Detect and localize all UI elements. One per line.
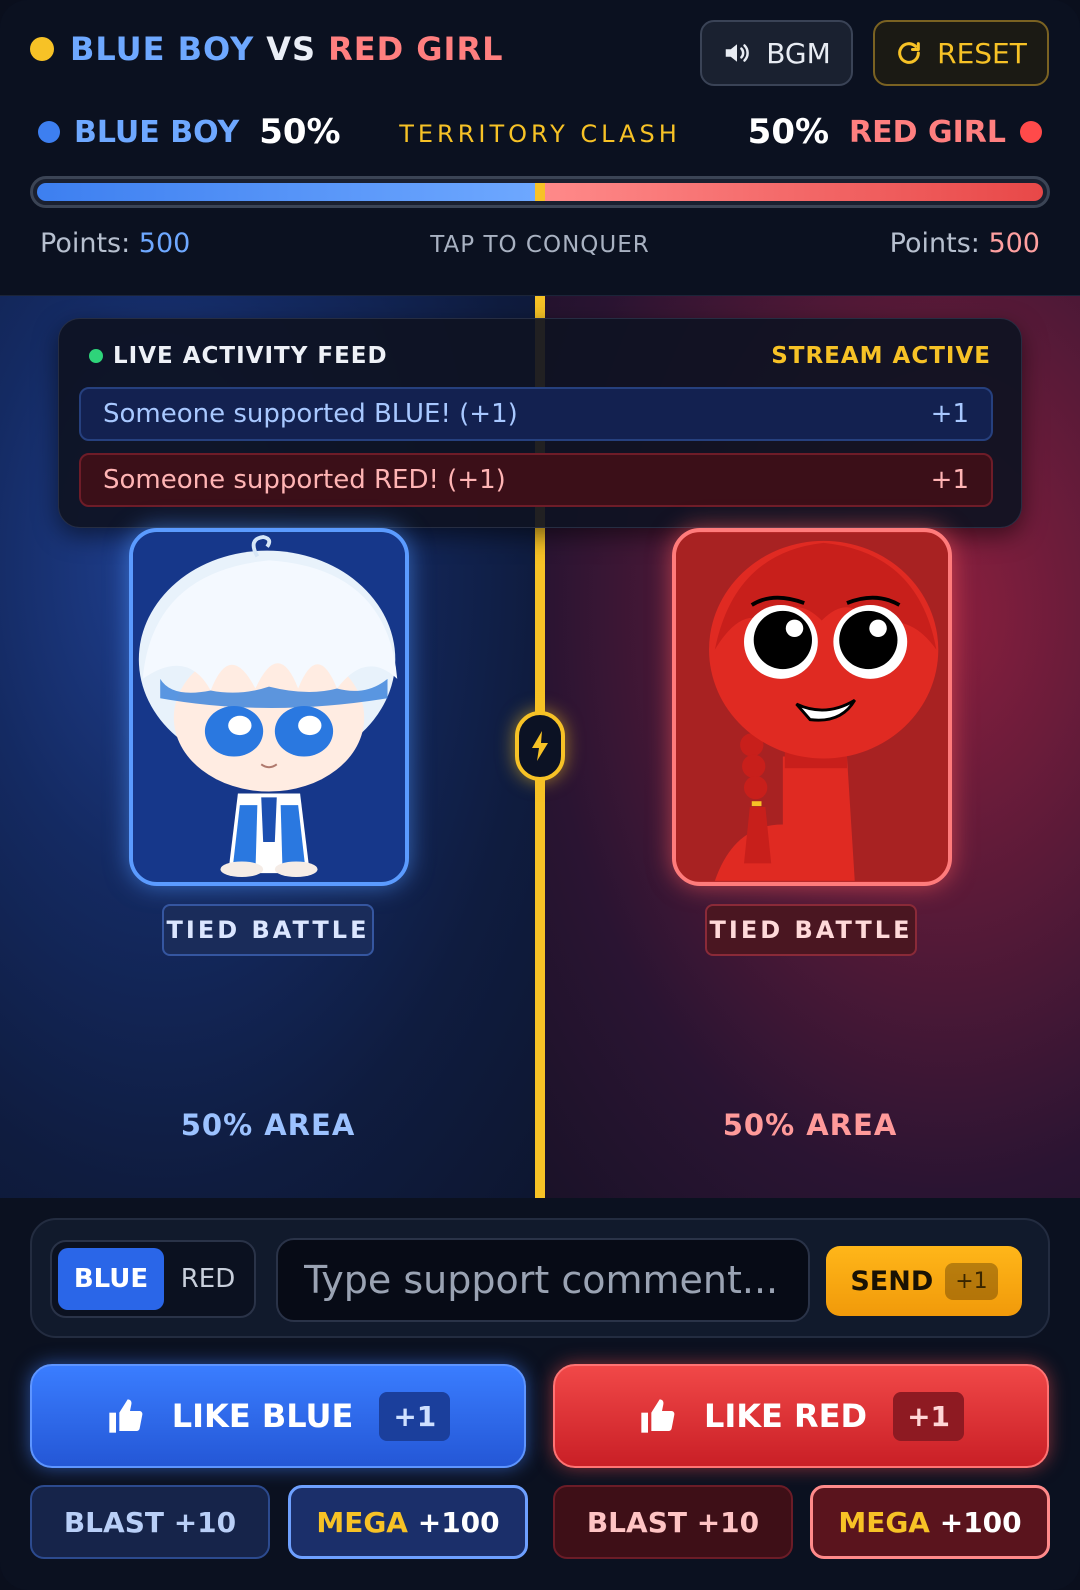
- territory-boundary-marker: [535, 183, 545, 201]
- blue-battle-status: TIED BATTLE: [162, 904, 374, 956]
- red-points-value: 500: [988, 228, 1040, 259]
- team-toggle: BLUE RED: [50, 1240, 256, 1318]
- live-indicator-dot: [89, 349, 103, 363]
- red-girl-avatar-card[interactable]: [672, 528, 952, 886]
- toggle-blue-button[interactable]: BLUE: [58, 1248, 164, 1310]
- red-score: 50% RED GIRL: [748, 112, 1042, 152]
- thumbs-up-icon: [109, 1399, 143, 1433]
- feed-title: LIVE ACTIVITY FEED: [113, 343, 388, 369]
- red-percentage: 50%: [747, 112, 830, 152]
- red-girl-character-image: [676, 533, 948, 881]
- toggle-red-button[interactable]: RED: [164, 1248, 252, 1310]
- like-blue-badge: +1: [379, 1391, 451, 1441]
- blue-area-percentage: 50% AREA: [180, 1108, 356, 1142]
- red-territory-fill: [540, 183, 1043, 201]
- live-activity-feed: LIVE ACTIVITY FEED STREAM ACTIVE Someone…: [58, 318, 1022, 528]
- reset-label: RESET: [937, 36, 1027, 70]
- feed-item: Someone supported RED! (+1) +1: [79, 453, 993, 507]
- feed-item-text: Someone supported RED! (+1): [103, 465, 506, 495]
- app-root: BLUE BOY VS RED GIRL BGM RESET BLUE BOY 50…: [0, 0, 1080, 1590]
- bottom-controls: BLUE RED SEND +1 LIKE BLUE +1 LIKE RED +…: [0, 1198, 1080, 1590]
- send-badge: +1: [945, 1262, 998, 1300]
- red-team-name: RED GIRL: [849, 114, 1006, 150]
- title-red: RED GIRL: [328, 30, 504, 68]
- speaker-icon: [725, 44, 749, 62]
- like-red-label: LIKE RED: [703, 1397, 868, 1435]
- refresh-icon: [898, 42, 920, 64]
- red-area-percentage: 50% AREA: [722, 1108, 898, 1142]
- blue-boy-character-image: [133, 533, 405, 881]
- score-row: BLUE BOY 50% TERRITORY CLASH 50% RED GIR…: [0, 100, 1080, 160]
- red-battle-status: TIED BATTLE: [705, 904, 917, 956]
- bgm-label: BGM: [766, 36, 831, 70]
- feed-item-text: Someone supported BLUE! (+1): [103, 399, 518, 429]
- red-points: Points: 500: [889, 228, 1040, 259]
- feed-item: Someone supported BLUE! (+1) +1: [79, 387, 993, 441]
- blast-blue-button[interactable]: BLAST +10: [30, 1485, 270, 1559]
- send-label: SEND: [850, 1265, 934, 1297]
- like-blue-button[interactable]: LIKE BLUE +1: [30, 1364, 526, 1468]
- battle-arena[interactable]: LIVE ACTIVITY FEED STREAM ACTIVE Someone…: [0, 296, 1080, 1198]
- like-red-badge: +1: [893, 1391, 965, 1441]
- mega-blue-button[interactable]: MEGA +100: [288, 1485, 528, 1559]
- support-comment-input[interactable]: [276, 1238, 810, 1322]
- title-indicator-dot: [30, 37, 54, 61]
- stream-status: STREAM ACTIVE: [771, 343, 991, 369]
- points-row: Points: 500 TAP TO CONQUER Points: 500: [0, 228, 1080, 268]
- mega-red-button[interactable]: MEGA +100: [810, 1485, 1050, 1559]
- territory-progress-bar: [30, 176, 1050, 208]
- header: BLUE BOY VS RED GIRL BGM RESET BLUE BOY 50…: [0, 0, 1080, 296]
- red-team-dot: [1020, 121, 1042, 143]
- reset-button[interactable]: RESET: [873, 20, 1049, 86]
- bgm-button[interactable]: BGM: [700, 20, 853, 86]
- blast-red-button[interactable]: BLAST +10: [553, 1485, 793, 1559]
- comment-panel: BLUE RED SEND +1: [30, 1218, 1050, 1338]
- like-blue-label: LIKE BLUE: [171, 1397, 354, 1435]
- lightning-bolt-icon: [515, 711, 565, 781]
- send-button[interactable]: SEND +1: [826, 1246, 1022, 1316]
- blue-boy-avatar-card[interactable]: [129, 528, 409, 886]
- title-vs: VS: [266, 30, 317, 68]
- feed-item-delta: +1: [930, 465, 969, 495]
- thumbs-up-icon: [641, 1399, 675, 1433]
- like-red-button[interactable]: LIKE RED +1: [553, 1364, 1049, 1468]
- feed-item-delta: +1: [930, 399, 969, 429]
- blue-territory-fill: [37, 183, 540, 201]
- title-blue: BLUE BOY: [70, 30, 255, 68]
- app-title: BLUE BOY VS RED GIRL: [30, 30, 503, 68]
